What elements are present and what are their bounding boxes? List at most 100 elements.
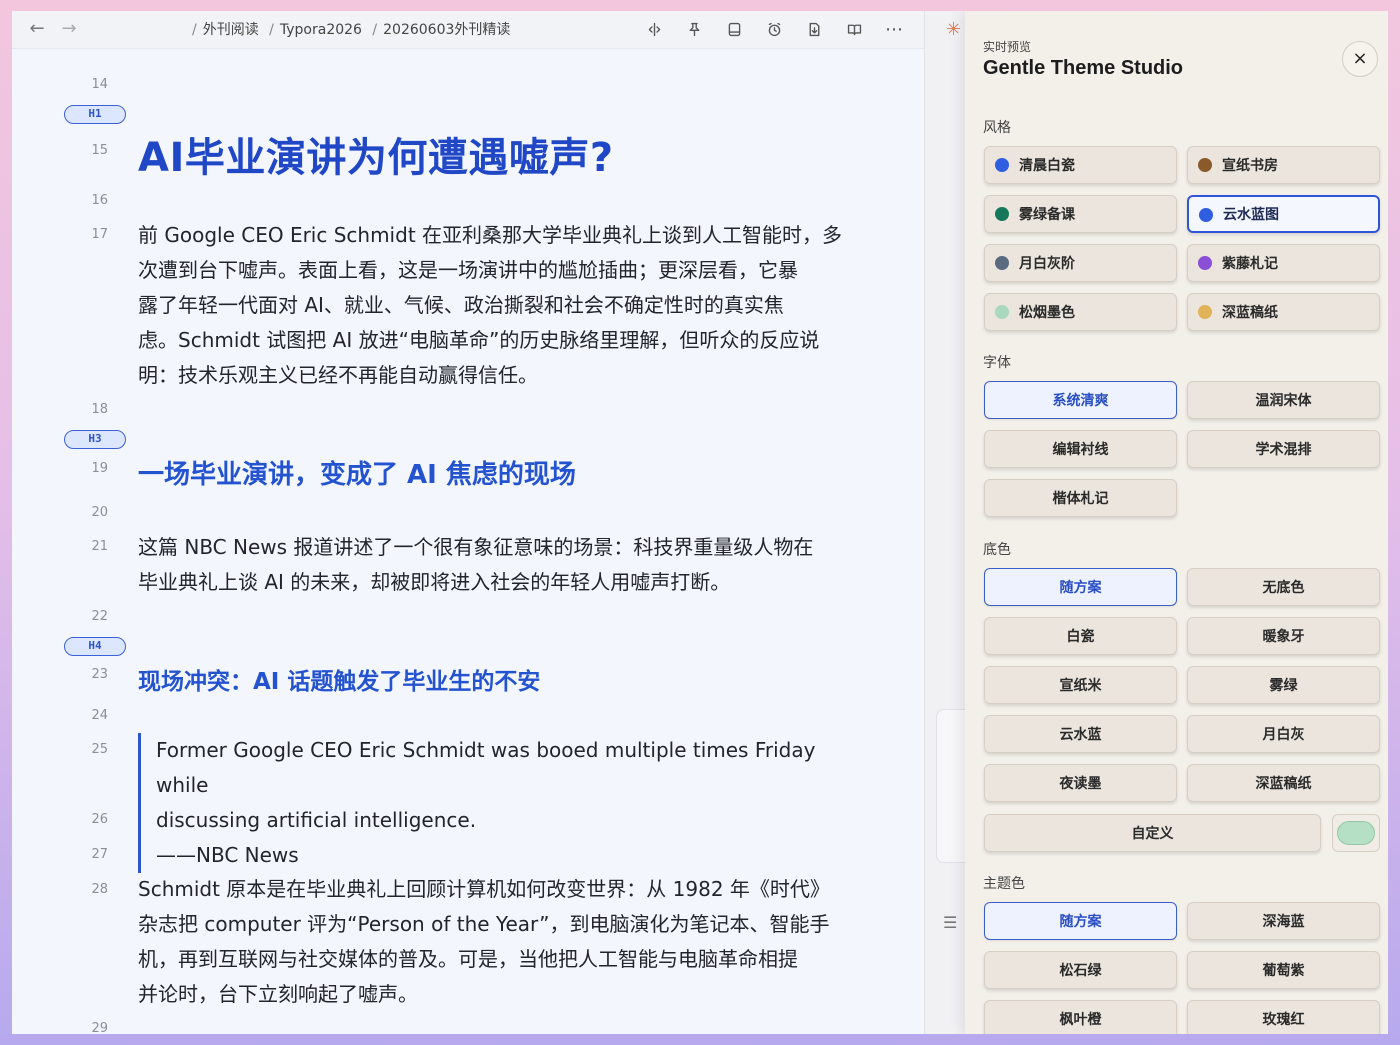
export-icon[interactable] — [803, 18, 825, 40]
back-arrow-icon[interactable]: ← — [26, 18, 48, 40]
bg-option[interactable]: 夜读墨 — [984, 764, 1177, 802]
side-strip: ✳ ☰ — [924, 11, 976, 1034]
heading-1[interactable]: AI毕业演讲为何遭遇嘘声? — [138, 125, 614, 183]
bg-option[interactable]: 白瓷 — [984, 617, 1177, 655]
option-label: 云水蓝图 — [1223, 207, 1279, 223]
sidebar-icon[interactable] — [723, 18, 745, 40]
line-number: 26 — [91, 812, 108, 827]
line-number: 15 — [91, 143, 108, 158]
heading-badge-h1: H1 — [64, 105, 126, 124]
panel-subtitle: 实时预览 — [983, 40, 1032, 54]
more-icon[interactable]: ⋯ — [883, 18, 905, 40]
font-option[interactable]: 温润宋体 — [1187, 381, 1380, 419]
bg-option[interactable]: 月白灰 — [1187, 715, 1380, 753]
split-view-icon[interactable] — [643, 18, 665, 40]
section-label-font: 字体 — [983, 355, 1011, 371]
blockquote[interactable]: Former Google CEO Eric Schmidt was booed… — [138, 733, 858, 873]
style-option[interactable]: 宣纸书房 — [1187, 146, 1380, 184]
line-number: 16 — [91, 193, 108, 208]
list-icon[interactable]: ☰ — [943, 913, 957, 932]
custom-bg-button[interactable]: 自定义 — [984, 814, 1321, 852]
paragraph[interactable]: Schmidt 原本是在毕业典礼上回顾计算机如何改变世界：从 1982 年《时代… — [138, 872, 858, 1012]
option-label: 紫藤札记 — [1222, 256, 1278, 272]
style-option[interactable]: 紫藤札记 — [1187, 244, 1380, 282]
breadcrumb-item[interactable]: Typora2026 — [280, 22, 362, 38]
style-option[interactable]: 清晨白瓷 — [984, 146, 1177, 184]
option-label: 松烟墨色 — [1019, 305, 1075, 321]
bg-option[interactable]: 宣纸米 — [984, 666, 1177, 704]
font-option[interactable]: 编辑衬线 — [984, 430, 1177, 468]
forward-arrow-icon[interactable]: → — [58, 18, 80, 40]
heading-badge-h4: H4 — [64, 637, 126, 656]
bg-option[interactable]: 云水蓝 — [984, 715, 1177, 753]
theme-color-option[interactable]: 深海蓝 — [1187, 902, 1380, 940]
panel-title: Gentle Theme Studio — [983, 57, 1184, 79]
heading-3[interactable]: 一场毕业演讲，变成了 AI 焦虑的现场 — [138, 454, 576, 491]
app-window: ← → / 外刊阅读 / Typora2026 /20260603外刊精读 ⋯ … — [12, 11, 1388, 1034]
color-dot — [995, 256, 1009, 270]
breadcrumb-item[interactable]: 外刊阅读 — [203, 22, 259, 38]
sparkle-icon: ✳ — [946, 19, 962, 40]
theme-color-option[interactable]: 玫瑰红 — [1187, 1000, 1380, 1034]
color-dot — [995, 158, 1009, 172]
section-label-background: 底色 — [983, 542, 1011, 558]
timer-icon[interactable] — [763, 18, 785, 40]
text-line: 露了年轻一代面对 AI、就业、气候、政治撕裂和社会不确定性时的真实焦 — [138, 293, 784, 317]
font-option-selected[interactable]: 系统清爽 — [984, 381, 1177, 419]
bg-option[interactable]: 无底色 — [1187, 568, 1380, 606]
text-line: 次遭到台下嘘声。表面上看，这是一场演讲中的尴尬插曲；更深层看，它暴 — [138, 258, 798, 282]
text-line: 前 Google CEO Eric Schmidt 在亚利桑那大学毕业典礼上谈到… — [138, 223, 843, 247]
style-option-selected[interactable]: 云水蓝图 — [1187, 195, 1380, 233]
bg-option[interactable]: 暖象牙 — [1187, 617, 1380, 655]
breadcrumb: / 外刊阅读 / Typora2026 /20260603外刊精读 — [192, 22, 511, 38]
color-dot — [995, 305, 1009, 319]
theme-color-option[interactable]: 葡萄紫 — [1187, 951, 1380, 989]
toolbar: ← → / 外刊阅读 / Typora2026 /20260603外刊精读 ⋯ — [12, 11, 924, 49]
option-label: 宣纸书房 — [1222, 158, 1278, 174]
theme-color-option[interactable]: 松石绿 — [984, 951, 1177, 989]
option-label: 月白灰阶 — [1019, 256, 1075, 272]
line-number: 17 — [91, 227, 108, 242]
line-number: 27 — [91, 847, 108, 862]
color-dot — [995, 207, 1009, 221]
style-option[interactable]: 深蓝稿纸 — [1187, 293, 1380, 331]
bg-option-selected[interactable]: 随方案 — [984, 568, 1177, 606]
style-option[interactable]: 松烟墨色 — [984, 293, 1177, 331]
color-dot — [1198, 305, 1212, 319]
font-option[interactable]: 楷体札记 — [984, 479, 1177, 517]
custom-color-swatch[interactable] — [1332, 814, 1380, 852]
style-option[interactable]: 雾绿备课 — [984, 195, 1177, 233]
font-option[interactable]: 学术混排 — [1187, 430, 1380, 468]
option-label: 深蓝稿纸 — [1222, 305, 1278, 321]
quote-source: ——NBC News — [156, 843, 299, 867]
line-number: 14 — [91, 77, 108, 92]
heading-4[interactable]: 现场冲突：AI 话题触发了毕业生的不安 — [138, 662, 540, 696]
theme-color-option-selected[interactable]: 随方案 — [984, 902, 1177, 940]
line-number: 19 — [91, 461, 108, 476]
line-number: 29 — [91, 1021, 108, 1034]
breadcrumb-item[interactable]: 20260603外刊精读 — [383, 22, 510, 38]
quote-line: discussing artificial intelligence. — [156, 808, 477, 832]
text-line: 虑。Schmidt 试图把 AI 放进“电脑革命”的历史脉络里理解，但听众的反应… — [138, 328, 820, 352]
bg-option[interactable]: 雾绿 — [1187, 666, 1380, 704]
bg-option[interactable]: 深蓝稿纸 — [1187, 764, 1380, 802]
line-number: 23 — [91, 667, 108, 682]
text-line: 并论时，台下立刻响起了嘘声。 — [138, 982, 418, 1006]
theme-color-option[interactable]: 枫叶橙 — [984, 1000, 1177, 1034]
close-button[interactable]: × — [1342, 41, 1378, 77]
line-number: 25 — [91, 742, 108, 757]
paragraph[interactable]: 前 Google CEO Eric Schmidt 在亚利桑那大学毕业典礼上谈到… — [138, 218, 858, 393]
line-number: 22 — [91, 609, 108, 624]
text-line: 机，再到互联网与社交媒体的普及。可是，当他把人工智能与电脑革命相提 — [138, 947, 798, 971]
line-number: 28 — [91, 882, 108, 897]
color-dot — [1198, 256, 1212, 270]
heading-badge-h3: H3 — [64, 430, 126, 449]
text-line: Schmidt 原本是在毕业典礼上回顾计算机如何改变世界：从 1982 年《时代… — [138, 877, 830, 901]
pin-icon[interactable] — [683, 18, 705, 40]
style-option[interactable]: 月白灰阶 — [984, 244, 1177, 282]
paragraph[interactable]: 这篇 NBC News 报道讲述了一个很有象征意味的场景：科技界重量级人物在 毕… — [138, 530, 858, 600]
color-dot — [1198, 158, 1212, 172]
reader-icon[interactable] — [843, 18, 865, 40]
theme-studio-panel: 实时预览 Gentle Theme Studio × 风格 清晨白瓷 宣纸书房 … — [965, 11, 1388, 1034]
line-number: 21 — [91, 539, 108, 554]
